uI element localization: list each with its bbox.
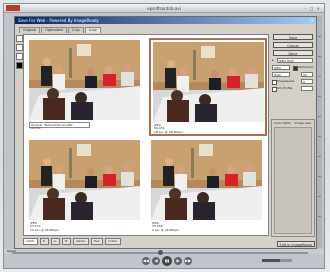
format-select[interactable]: JPEG (272, 65, 290, 70)
color-readout-alpha: Alpha: (73, 237, 89, 245)
dialog-title: Save For Web - Powered By ImageReady (18, 18, 99, 23)
tab-color-table[interactable]: Color Table (274, 121, 291, 125)
meeting-photo (153, 42, 264, 122)
progressive-label: Progressive (277, 79, 295, 83)
player-side-scrollbar[interactable] (317, 16, 322, 248)
tab-image-size[interactable]: Image Size (295, 121, 312, 125)
close-icon[interactable]: ✕ (311, 17, 314, 24)
zoom-tool-icon[interactable] (16, 44, 23, 51)
eyedropper-color-swatch[interactable] (16, 62, 23, 69)
preview-cell[interactable]: JPEG 53.27K 10 sec @ 28.8Kbps (27, 138, 145, 236)
rewind-icon[interactable]: ◀ (152, 257, 160, 265)
seek-knob[interactable] (158, 250, 163, 255)
player-title: epsoftcontrib.avi (147, 6, 181, 11)
quality-value-field[interactable]: 60 (301, 72, 313, 77)
meeting-photo (29, 140, 140, 220)
quality-level-select[interactable]: High (272, 72, 290, 77)
tool-strip (16, 35, 23, 75)
cell-rate: 6 sec @ 28.8Kbps (152, 227, 179, 232)
done-button[interactable]: Done (273, 50, 313, 56)
optimized-label: Optimized (298, 65, 314, 69)
cell-rate: 10 sec @ 28.8Kbps (30, 227, 59, 232)
edit-in-imageready-button[interactable]: Edit in ImageReady (277, 241, 315, 247)
color-table-area (274, 127, 312, 234)
preview-cell[interactable]: JPEG 29.58K 6 sec @ 28.8Kbps (149, 138, 267, 236)
cancel-button[interactable]: Cancel (273, 42, 313, 48)
pause-icon[interactable]: ▮▮ (162, 256, 172, 266)
color-table-panel: Color Table Image Size (271, 119, 315, 237)
volume-slider[interactable] (262, 259, 292, 262)
preset-select[interactable]: JPEG High (277, 58, 313, 63)
color-readout-g: G: (50, 237, 60, 245)
volume-level (262, 259, 280, 262)
four-up-preview: Original: "Belloevidte-uns.JPG" 101.5K J… (23, 34, 269, 236)
video-player-window: epsoftcontrib.avi – □ ✕ Save For Web - P… (3, 3, 325, 269)
seek-bar[interactable] (12, 250, 308, 255)
next-icon[interactable]: ▶▶ (184, 257, 192, 265)
cell-meta: JPEG 53.27K 10 sec @ 28.8Kbps (30, 221, 59, 232)
meeting-photo (29, 40, 140, 120)
tab-4-up[interactable]: 4-Up (84, 27, 101, 33)
zoom-level-select[interactable]: 100% (23, 237, 38, 245)
hand-tool-icon[interactable] (16, 35, 23, 42)
tab-optimized[interactable]: Optimized (41, 27, 67, 33)
previous-icon[interactable]: ◀◀ (142, 257, 150, 265)
preview-cell-original[interactable]: Original: "Belloevidte-uns.JPG" 101.5K (27, 38, 145, 136)
dialog-title-bar: Save For Web - Powered By ImageReady ✕ (15, 17, 316, 24)
blur-field[interactable]: 0 (301, 79, 313, 84)
matte-select[interactable] (301, 86, 313, 91)
save-for-web-dialog: Save For Web - Powered By ImageReady ✕ O… (14, 16, 317, 249)
color-readout-hex: Hex: (90, 237, 104, 245)
window-controls[interactable]: – □ ✕ (304, 6, 321, 11)
settings-label: ▸ (272, 58, 274, 62)
save-button[interactable]: Save (273, 34, 313, 40)
eyedropper-tool-icon[interactable] (16, 53, 23, 60)
zoom-bar: 100% R: G: B: Alpha: Hex: Index: (23, 237, 123, 245)
color-readout-index: Index: (105, 237, 121, 245)
original-size: 101.5K (30, 126, 41, 130)
meeting-photo (151, 140, 262, 220)
color-readout-r: R: (39, 237, 49, 245)
transport-controls: ◀◀ ◀ ▮▮ ▶ ▶▶ (142, 256, 192, 266)
tab-original[interactable]: Original (19, 27, 41, 33)
panel-tabs: Color Table Image Size (272, 120, 314, 126)
view-tabs: Original Optimized 2-Up 4-Up (19, 27, 102, 33)
color-readout-b: B: (61, 237, 72, 245)
preview-cell-selected[interactable]: JPEG 96.43K 18 sec @ 28.8Kbps (149, 38, 267, 136)
cell-meta: JPEG 96.43K 18 sec @ 28.8Kbps (154, 123, 183, 134)
tab-2-up[interactable]: 2-Up (67, 27, 84, 33)
icc-profile-label: ICC Profile (277, 86, 293, 90)
cell-rate: 18 sec @ 28.8Kbps (154, 129, 183, 134)
forward-icon[interactable]: ▶ (174, 257, 182, 265)
player-title-bar: epsoftcontrib.avi – □ ✕ (4, 4, 324, 13)
cell-meta: JPEG 29.58K 6 sec @ 28.8Kbps (152, 221, 179, 232)
